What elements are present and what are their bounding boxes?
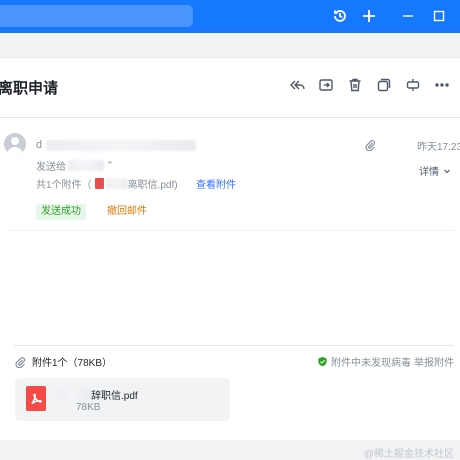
body-divider bbox=[6, 230, 454, 231]
virus-scan-text: 附件中未发现病毒 bbox=[331, 358, 411, 369]
redacted-file-prefix bbox=[57, 389, 91, 400]
history-icon[interactable] bbox=[330, 6, 350, 26]
attachment-filename: 辞职信.pdf bbox=[91, 391, 138, 402]
sub-toolbar bbox=[0, 33, 460, 58]
plus-icon[interactable] bbox=[359, 6, 379, 26]
to-label: 发送给 bbox=[36, 162, 66, 173]
search-box[interactable] bbox=[0, 5, 193, 27]
virus-scan-status: 附件中未发现病毒 bbox=[317, 354, 411, 369]
mail-toolbar bbox=[287, 75, 452, 95]
copy-icon[interactable] bbox=[374, 75, 394, 95]
attachments-divider bbox=[14, 345, 454, 346]
attachment-card[interactable]: 辞职信.pdf 78KB bbox=[15, 378, 230, 421]
maximize-icon[interactable] bbox=[429, 6, 449, 26]
sender-avatar[interactable] bbox=[4, 133, 26, 155]
chevron-down-icon bbox=[444, 169, 450, 173]
sender-row[interactable]: d bbox=[36, 138, 197, 152]
report-attachment-link[interactable]: 举报附件 bbox=[414, 354, 454, 369]
attachment-size: 78KB bbox=[76, 402, 101, 413]
forward-icon[interactable] bbox=[316, 75, 336, 95]
attachments-header: 附件1个（78KB） bbox=[14, 354, 112, 369]
watermark: @稀土掘金技术社区 bbox=[363, 449, 454, 460]
delete-icon[interactable] bbox=[345, 75, 365, 95]
status-badge: 发送成功 bbox=[36, 204, 86, 220]
attachments-count: 附件1个（78KB） bbox=[32, 358, 113, 369]
redacted-filename bbox=[105, 178, 128, 189]
pdf-mini-icon bbox=[94, 178, 104, 189]
sender-name: d bbox=[36, 139, 43, 151]
attachment-filename-row: 辞职信.pdf bbox=[57, 387, 138, 402]
view-attachments-link[interactable]: 查看附件 bbox=[196, 176, 236, 191]
attachment-summary-prefix: 共1个附件（ bbox=[36, 180, 92, 191]
recipient-row: 发送给 ⌃ bbox=[36, 158, 114, 173]
recall-mail-link[interactable]: 撤回邮件 bbox=[107, 204, 147, 220]
reply-all-icon[interactable] bbox=[287, 75, 307, 95]
attachment-summary-file: 离职信.pdf) bbox=[127, 180, 178, 191]
details-button[interactable]: 详情 bbox=[419, 163, 451, 178]
more-icon[interactable] bbox=[432, 75, 452, 95]
shield-check-icon bbox=[318, 356, 327, 367]
expand-recipient-icon[interactable]: ⌃ bbox=[106, 160, 114, 171]
attachment-summary: 共1个附件（ 离职信.pdf) bbox=[36, 176, 178, 191]
details-label: 详情 bbox=[419, 167, 439, 178]
mail-subject: 离职申请 bbox=[0, 80, 59, 97]
pdf-file-icon bbox=[26, 386, 46, 411]
mail-view: 离职申请 d 昨天17:23 发送给 ⌃ 详情 共1个附件（ 离职信.pdf) … bbox=[0, 58, 460, 460]
redacted-sender bbox=[46, 139, 197, 151]
attachment-indicator-icon bbox=[364, 138, 376, 156]
header-divider bbox=[0, 117, 460, 118]
title-bar bbox=[0, 0, 460, 33]
minimize-icon[interactable] bbox=[398, 6, 418, 26]
paperclip-icon bbox=[15, 356, 26, 368]
redacted-recipient bbox=[68, 160, 104, 171]
sent-time: 昨天17:23 bbox=[417, 142, 460, 153]
move-icon[interactable] bbox=[403, 75, 423, 95]
